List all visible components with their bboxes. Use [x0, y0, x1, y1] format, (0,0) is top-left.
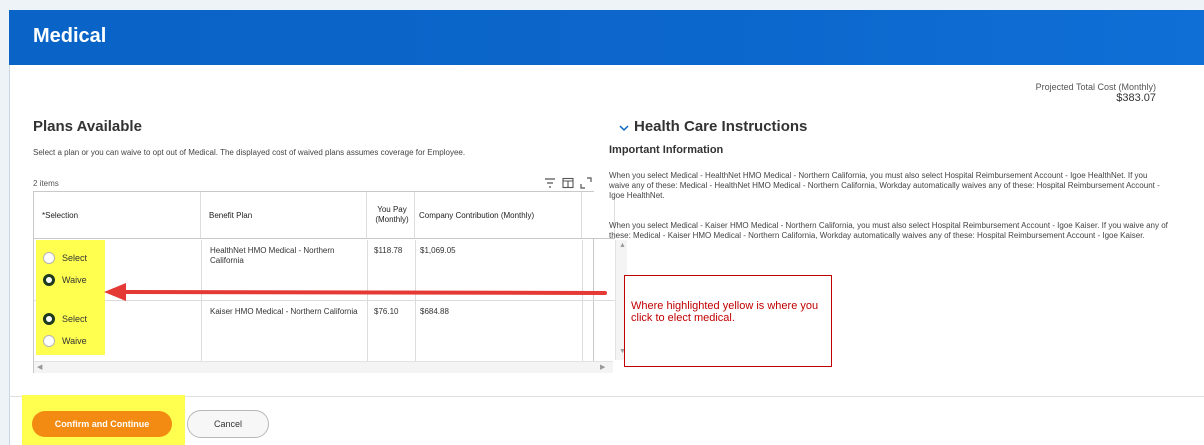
- radio-button-checked[interactable]: [43, 274, 55, 286]
- you-pay-amount: $118.78: [374, 246, 403, 255]
- plans-available-heading: Plans Available: [33, 118, 142, 135]
- scroll-right-icon[interactable]: ▶: [600, 363, 605, 371]
- page-title: Medical: [33, 25, 107, 47]
- row1-waive-radio[interactable]: Waive: [43, 274, 87, 286]
- company-contribution-amount: $684.88: [420, 307, 449, 316]
- column-header-you-pay[interactable]: You Pay (Monthly): [367, 192, 415, 239]
- items-count: 2 items: [33, 179, 59, 188]
- table-toolbar: [544, 176, 592, 189]
- radio-label: Select: [62, 253, 88, 263]
- projected-cost-label: Projected Total Cost (Monthly): [1035, 82, 1156, 92]
- radio-button-checked[interactable]: [43, 313, 55, 325]
- column-header-selection[interactable]: *Selection: [34, 192, 201, 239]
- chevron-down-icon[interactable]: [617, 121, 631, 135]
- arrow-left-icon: [104, 283, 607, 301]
- page-header: Medical: [9, 10, 1204, 65]
- instructions-paragraph-1: When you select Medical - HealthNet HMO …: [609, 171, 1160, 200]
- row2-waive-radio[interactable]: Waive: [43, 335, 87, 347]
- benefit-plan-name: HealthNet HMO Medical - Northern Califor…: [210, 246, 335, 265]
- radio-label: Waive: [62, 336, 87, 346]
- columns-icon[interactable]: [562, 176, 574, 189]
- row1-select-radio[interactable]: Select: [43, 252, 87, 264]
- cancel-button[interactable]: Cancel: [187, 410, 269, 438]
- you-pay-amount: $76.10: [374, 307, 399, 316]
- important-information-heading: Important Information: [609, 144, 724, 156]
- plans-description: Select a plan or you can waive to opt ou…: [33, 148, 466, 157]
- column-header-benefit-plan[interactable]: Benefit Plan: [201, 192, 367, 239]
- column-header-company-contribution[interactable]: Company Contribution (Monthly): [415, 192, 582, 239]
- confirm-and-continue-button[interactable]: Confirm and Continue: [32, 411, 172, 437]
- company-contribution-amount: $1,069.05: [420, 246, 456, 255]
- scroll-left-icon[interactable]: ◀: [37, 363, 42, 371]
- annotation-callout: Where highlighted yellow is where you cl…: [624, 275, 832, 367]
- instructions-paragraph-2: When you select Medical - Kaiser HMO Med…: [609, 221, 1168, 240]
- projected-cost-value: $383.07: [1116, 92, 1156, 104]
- radio-button[interactable]: [43, 252, 55, 264]
- annotation-text: Where highlighted yellow is where you cl…: [631, 300, 819, 324]
- radio-label: Waive: [62, 275, 87, 285]
- scroll-up-icon[interactable]: ▲: [619, 242, 626, 249]
- footer-divider: [9, 396, 1204, 397]
- row2-select-radio[interactable]: Select: [43, 313, 87, 325]
- expand-icon[interactable]: [580, 176, 592, 189]
- benefit-plan-name: Kaiser HMO Medical - Northern California: [210, 307, 358, 316]
- horizontal-scrollbar[interactable]: ◀ ▶: [34, 361, 613, 373]
- radio-label: Select: [62, 314, 88, 324]
- health-care-instructions-heading[interactable]: Health Care Instructions: [634, 118, 807, 135]
- radio-button[interactable]: [43, 335, 55, 347]
- filter-icon[interactable]: [544, 176, 556, 188]
